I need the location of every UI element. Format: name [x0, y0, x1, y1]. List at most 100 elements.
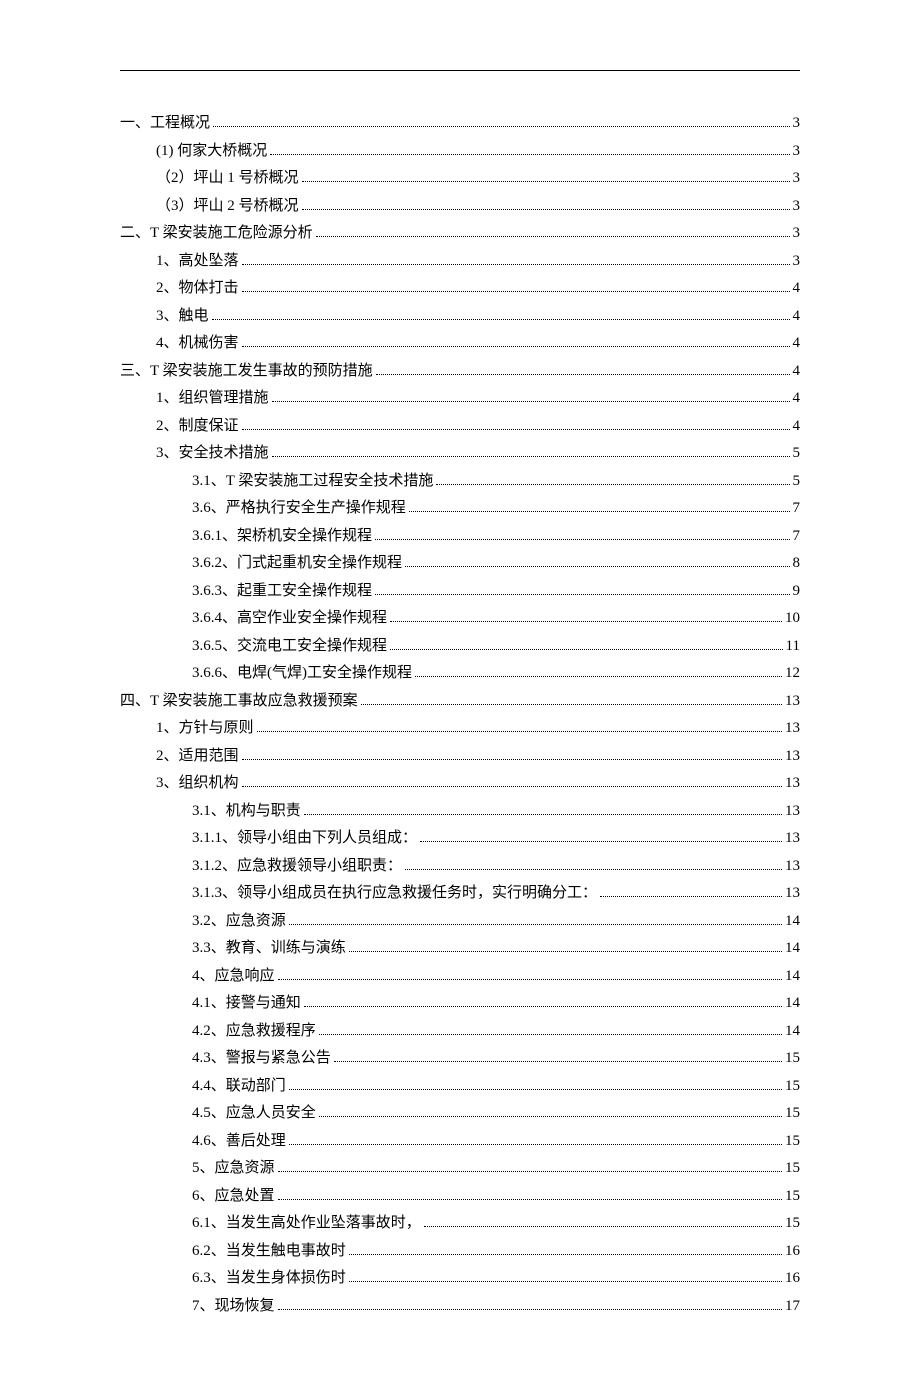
toc-label: 4.1、接警与通知 — [192, 991, 301, 1015]
toc-page-number: 3 — [793, 139, 801, 163]
toc-entry[interactable]: 3.6.6、电焊(气焊)工安全操作规程 12 — [120, 661, 800, 685]
toc-entry[interactable]: 3、组织机构13 — [120, 771, 800, 795]
toc-leader-dots — [242, 786, 782, 787]
toc-entry[interactable]: 3.3、教育、训练与演练14 — [120, 936, 800, 960]
toc-entry[interactable]: 6.1、当发生高处作业坠落事故时，15 — [120, 1211, 800, 1235]
toc-leader-dots — [349, 1254, 782, 1255]
toc-entry[interactable]: 3、安全技术措施5 — [120, 441, 800, 465]
toc-label: (1) 何家大桥概况 — [156, 139, 267, 163]
toc-entry[interactable]: 3.2、应急资源14 — [120, 909, 800, 933]
toc-entry[interactable]: 3.1、机构与职责13 — [120, 799, 800, 823]
toc-page-number: 13 — [785, 881, 800, 905]
toc-leader-dots — [420, 841, 782, 842]
toc-entry[interactable]: 3.6.4、高空作业安全操作规程10 — [120, 606, 800, 630]
toc-label: （3）坪山 2 号桥概况 — [156, 194, 299, 218]
toc-entry[interactable]: 3.6.1、架桥机安全操作规程7 — [120, 524, 800, 548]
toc-entry[interactable]: 5、应急资源15 — [120, 1156, 800, 1180]
toc-page-number: 15 — [785, 1211, 800, 1235]
toc-page-number: 11 — [786, 634, 800, 658]
toc-page-number: 17 — [785, 1294, 800, 1318]
toc-label: 4、应急响应 — [192, 964, 275, 988]
toc-page-number: 3 — [793, 194, 801, 218]
toc-entry[interactable]: 6.3、当发生身体损伤时16 — [120, 1266, 800, 1290]
toc-page-number: 3 — [793, 111, 801, 135]
toc-page-number: 15 — [785, 1156, 800, 1180]
toc-label: （2）坪山 1 号桥概况 — [156, 166, 299, 190]
toc-label: 2、适用范围 — [156, 744, 239, 768]
toc-leader-dots — [415, 676, 782, 677]
toc-leader-dots — [405, 566, 789, 567]
toc-entry[interactable]: 四、T 梁安装施工事故应急救援预案13 — [120, 689, 800, 713]
toc-entry[interactable]: 7、现场恢复 17 — [120, 1294, 800, 1318]
toc-entry[interactable]: 3、触电 4 — [120, 304, 800, 328]
toc-entry[interactable]: 3.6.2、门式起重机安全操作规程8 — [120, 551, 800, 575]
toc-leader-dots — [242, 429, 790, 430]
toc-label: 3.6.6、电焊(气焊)工安全操作规程 — [192, 661, 412, 685]
toc-page-number: 15 — [785, 1184, 800, 1208]
toc-label: 3.6.5、交流电工安全操作规程 — [192, 634, 387, 658]
toc-entry[interactable]: 4.3、警报与紧急公告15 — [120, 1046, 800, 1070]
toc-leader-dots — [272, 456, 790, 457]
toc-page-number: 13 — [785, 716, 800, 740]
toc-leader-dots — [409, 511, 790, 512]
toc-page-number: 4 — [793, 304, 801, 328]
toc-page-number: 14 — [785, 991, 800, 1015]
toc-leader-dots — [349, 1281, 782, 1282]
toc-leader-dots — [242, 759, 782, 760]
document-page: 一、工程概况3(1) 何家大桥概况3（2）坪山 1 号桥概况3（3）坪山 2 号… — [0, 0, 920, 1381]
toc-label: 三、T 梁安装施工发生事故的预防措施 — [120, 359, 373, 383]
toc-entry[interactable]: 4.2、应急救援程序14 — [120, 1019, 800, 1043]
toc-entry[interactable]: 1、方针与原则13 — [120, 716, 800, 740]
toc-page-number: 3 — [793, 221, 801, 245]
toc-entry[interactable]: 一、工程概况3 — [120, 111, 800, 135]
toc-entry[interactable]: 6、应急处置15 — [120, 1184, 800, 1208]
toc-entry[interactable]: 3.1.2、应急救援领导小组职责：13 — [120, 854, 800, 878]
toc-entry[interactable]: 4、机械伤害4 — [120, 331, 800, 355]
toc-leader-dots — [304, 1006, 782, 1007]
toc-page-number: 13 — [785, 689, 800, 713]
toc-page-number: 9 — [793, 579, 801, 603]
toc-label: 3.1、T 梁安装施工过程安全技术措施 — [192, 469, 433, 493]
toc-entry[interactable]: 4.5、应急人员安全15 — [120, 1101, 800, 1125]
toc-label: 4.6、善后处理 — [192, 1129, 286, 1153]
toc-entry[interactable]: 6.2、当发生触电事故时 16 — [120, 1239, 800, 1263]
toc-entry[interactable]: 4.1、接警与通知 14 — [120, 991, 800, 1015]
toc-leader-dots — [213, 126, 789, 127]
toc-entry[interactable]: 3.1.3、领导小组成员在执行应急救援任务时，实行明确分工：13 — [120, 881, 800, 905]
toc-page-number: 16 — [785, 1239, 800, 1263]
toc-leader-dots — [390, 621, 782, 622]
toc-leader-dots — [242, 346, 790, 347]
toc-leader-dots — [242, 264, 790, 265]
toc-entry[interactable]: （3）坪山 2 号桥概况 3 — [120, 194, 800, 218]
toc-page-number: 10 — [785, 606, 800, 630]
toc-entry[interactable]: 1、高处坠落3 — [120, 249, 800, 273]
toc-label: 1、高处坠落 — [156, 249, 239, 273]
toc-entry[interactable]: 4.4、联动部门15 — [120, 1074, 800, 1098]
toc-entry[interactable]: 3.6.3、起重工安全操作规程9 — [120, 579, 800, 603]
toc-page-number: 16 — [785, 1266, 800, 1290]
toc-entry[interactable]: 3.1.1、领导小组由下列人员组成：13 — [120, 826, 800, 850]
toc-page-number: 13 — [785, 826, 800, 850]
toc-entry[interactable]: 3.6、严格执行安全生产操作规程7 — [120, 496, 800, 520]
toc-leader-dots — [319, 1116, 782, 1117]
toc-entry[interactable]: 2、适用范围13 — [120, 744, 800, 768]
toc-entry[interactable]: 4.6、善后处理15 — [120, 1129, 800, 1153]
toc-entry[interactable]: 4、应急响应14 — [120, 964, 800, 988]
toc-leader-dots — [257, 731, 782, 732]
toc-entry[interactable]: 1、组织管理措施4 — [120, 386, 800, 410]
toc-entry[interactable]: 3.1、T 梁安装施工过程安全技术措施5 — [120, 469, 800, 493]
toc-entry[interactable]: 2、制度保证4 — [120, 414, 800, 438]
toc-leader-dots — [270, 154, 789, 155]
toc-entry[interactable]: 3.6.5、交流电工安全操作规程 11 — [120, 634, 800, 658]
toc-label: 6.2、当发生触电事故时 — [192, 1239, 346, 1263]
toc-leader-dots — [375, 594, 789, 595]
toc-entry[interactable]: (1) 何家大桥概况 3 — [120, 139, 800, 163]
toc-entry[interactable]: 三、T 梁安装施工发生事故的预防措施4 — [120, 359, 800, 383]
toc-entry[interactable]: （2）坪山 1 号桥概况3 — [120, 166, 800, 190]
table-of-contents: 一、工程概况3(1) 何家大桥概况3（2）坪山 1 号桥概况3（3）坪山 2 号… — [120, 111, 800, 1318]
toc-entry[interactable]: 二、T 梁安装施工危险源分析3 — [120, 221, 800, 245]
toc-entry[interactable]: 2、物体打击4 — [120, 276, 800, 300]
toc-label: 3、触电 — [156, 304, 209, 328]
toc-page-number: 12 — [785, 661, 800, 685]
toc-label: 7、现场恢复 — [192, 1294, 275, 1318]
